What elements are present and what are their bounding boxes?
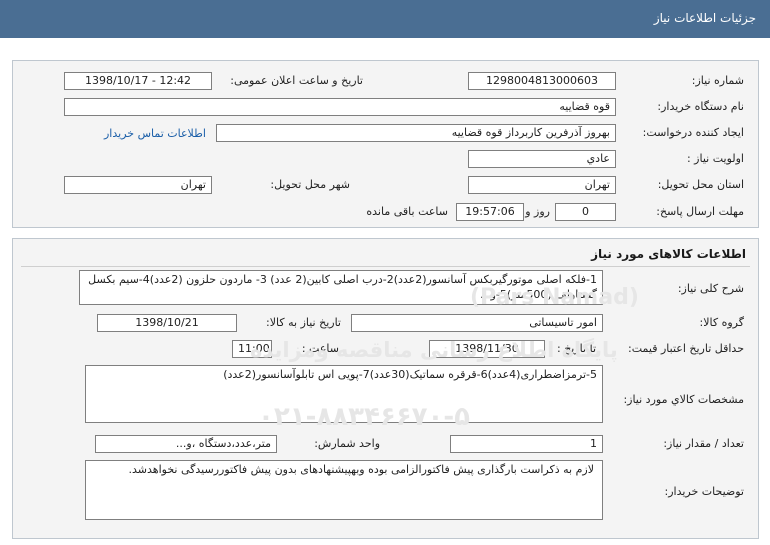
page-header: جزئیات اطلاعات نیاز: [0, 0, 770, 38]
goods-section-title: اطلاعات کالاهای مورد نیاز: [591, 247, 746, 261]
until-date-field: 1398/11/30: [429, 340, 545, 358]
spec-field: 5-ترمزاضطراری(4عدد)6-قرقره سماتیک(30عدد)…: [85, 365, 603, 423]
days-word: روز و: [525, 205, 550, 218]
need-date-field: 1398/10/21: [97, 314, 237, 332]
unit-label: واحد شمارش:: [314, 437, 380, 450]
priority-field: عادي: [468, 150, 616, 168]
buyer-org-field: قوه قضاییه: [64, 98, 616, 116]
need-info-panel: شماره نیاز: 1298004813000603 تاریخ و ساع…: [12, 60, 759, 228]
goods-panel: اطلاعات کالاهای مورد نیاز شرح کلی نیاز: …: [12, 238, 759, 539]
price-validity-label: حداقل تاریخ اعتبار قیمت:: [628, 342, 744, 355]
province-field: تهران: [468, 176, 616, 194]
hour-field: 11:00: [232, 340, 272, 358]
summary-label: شرح کلی نیاز:: [677, 282, 744, 295]
section-divider: [21, 266, 750, 267]
hour-label: ساعت :: [301, 342, 339, 355]
page-title: جزئیات اطلاعات نیاز: [653, 11, 756, 25]
need-date-label: تاریخ نیاز به کالا:: [266, 316, 341, 329]
buyer-notes-field: لازم به ذکراست بارگذاری پیش فاکتورالزامی…: [85, 460, 603, 520]
buyer-notes-label: توضیحات خریدار:: [664, 485, 745, 498]
city-field: تهران: [64, 176, 212, 194]
deadline-days-field: 0: [555, 203, 616, 221]
creator-label: ایجاد کننده درخواست:: [642, 126, 744, 139]
goods-group-field: امور تاسیساتی: [351, 314, 603, 332]
priority-label: اولویت نیاز :: [686, 152, 744, 165]
province-label: استان محل تحویل:: [657, 178, 744, 191]
creator-field: بهروز آذرفرین کاربرداز قوه قضاییه: [216, 124, 616, 142]
unit-field: متر،عدد،دستگاه ،و...: [95, 435, 277, 453]
announce-date-field: 1398/10/17 - 12:42: [64, 72, 212, 90]
city-label: شهر محل تحویل:: [270, 178, 350, 191]
announce-date-label: تاریخ و ساعت اعلان عمومی:: [230, 74, 363, 87]
deadline-label: مهلت ارسال پاسخ:: [656, 205, 744, 218]
quantity-label: تعداد / مقدار نیاز:: [663, 437, 744, 450]
goods-group-label: گروه کالا:: [699, 316, 744, 329]
spec-label: مشخصات کالاي مورد نیاز:: [623, 393, 744, 406]
buyer-org-label: نام دستگاه خریدار:: [657, 100, 744, 113]
time-left-field: 19:57:06: [456, 203, 524, 221]
need-number-label: شماره نیاز:: [691, 74, 744, 87]
buyer-contact-link[interactable]: اطلاعات تماس خریدار: [104, 127, 206, 140]
until-date-label: تا تاریخ :: [557, 342, 596, 355]
summary-field: 1-فلکه اصلی موتورگیربکس آسانسور(2عدد)2-د…: [79, 270, 603, 305]
quantity-field: 1: [450, 435, 603, 453]
time-left-suffix: ساعت باقی مانده: [366, 205, 448, 218]
need-number-field: 1298004813000603: [468, 72, 616, 90]
